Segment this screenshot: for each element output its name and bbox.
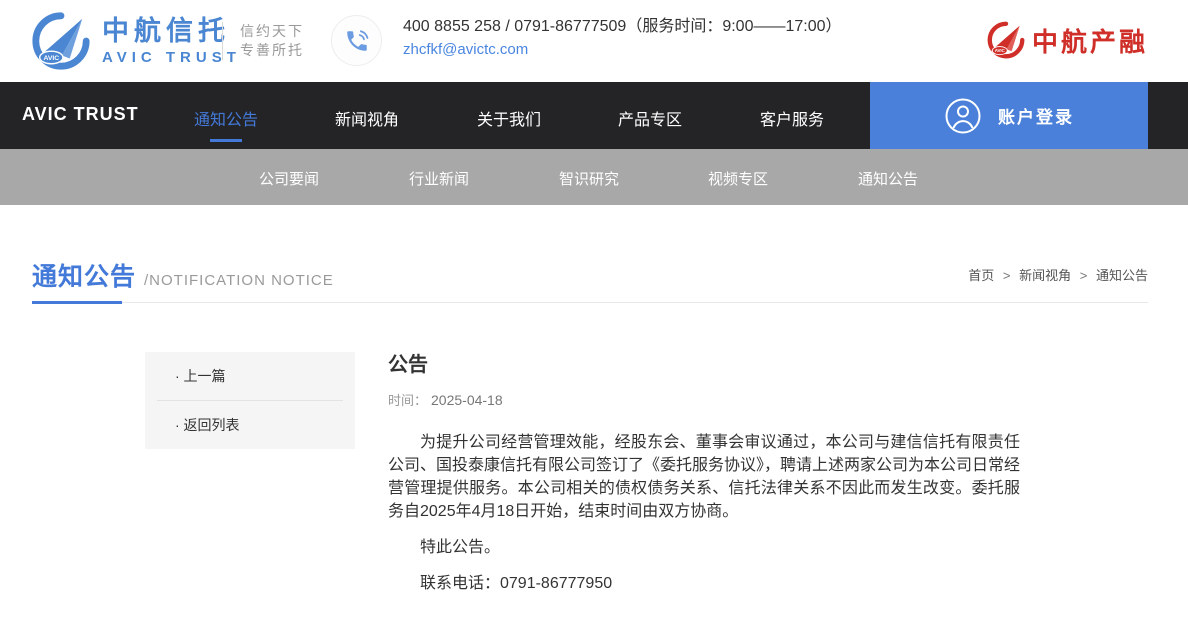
nav-brand-avic-trust[interactable]: AVIC TRUST <box>22 104 139 125</box>
user-icon <box>945 98 981 133</box>
contact-info: 400 8855 258 / 0791-86777509（服务时间：9:00——… <box>403 16 842 62</box>
content-area: · 上一篇 · 返回列表 公告 时间： 2025-04-18 为提升公司经营管理效… <box>0 305 1188 631</box>
previous-article-button[interactable]: · 上一篇 <box>145 352 355 400</box>
article-side-nav: · 上一篇 · 返回列表 <box>145 352 355 449</box>
brand-text: 中航信托 AVIC TRUST <box>102 16 241 66</box>
sub-nav: 公司要闻 行业新闻 智识研究 视频专区 通知公告 <box>0 149 1188 205</box>
page: AVIC 中航信托 AVIC TRUST 信约天下 专善所托 400 8855 … <box>0 0 1188 631</box>
avic-plane-logo-icon: AVIC <box>32 12 90 70</box>
brand-name-en: AVIC TRUST <box>102 49 241 66</box>
partner-name: 中航产融 <box>1031 26 1148 57</box>
article-date-label: 时间： <box>388 393 428 408</box>
article-paragraph: 特此公告。 <box>420 539 501 556</box>
article-contact-phone: 联系电话：0791-86777950 <box>420 575 613 592</box>
account-login-button[interactable]: 账户登录 <box>870 82 1148 149</box>
article-paragraph: 为提升公司经营管理效能，经股东会、董事会审议通过，本公司与建信信托有限责任公司、… <box>388 434 1021 520</box>
top-header: AVIC 中航信托 AVIC TRUST 信约天下 专善所托 400 8855 … <box>0 0 1188 82</box>
page-title-group: 通知公告 /NOTIFICATION NOTICE <box>32 257 334 293</box>
phone-badge <box>331 15 382 66</box>
subnav-item-videos[interactable]: 视频专区 <box>707 168 769 189</box>
subnav-item-company-news[interactable]: 公司要闻 <box>258 168 320 189</box>
slogan-line-1: 信约天下 <box>240 23 304 39</box>
article-date: 2025-04-18 <box>431 392 503 408</box>
page-title-en: /NOTIFICATION NOTICE <box>144 272 334 289</box>
breadcrumb-home[interactable]: 首页 <box>968 268 994 283</box>
nav-item-products[interactable]: 产品专区 <box>615 106 685 130</box>
page-head: 通知公告 /NOTIFICATION NOTICE 首页 > 新闻视角 > 通知… <box>0 205 1188 305</box>
breadcrumb-separator: > <box>1079 268 1088 283</box>
avic-red-plane-logo-icon: AVIC <box>987 21 1025 59</box>
nav-item-about[interactable]: 关于我们 <box>474 106 544 130</box>
slogan-line-2: 专善所托 <box>240 42 304 58</box>
main-nav: AVIC TRUST 通知公告 新闻视角 关于我们 产品专区 客户服务 账户登录 <box>0 82 1188 149</box>
title-rule-accent <box>32 301 122 304</box>
page-title: 通知公告 <box>32 263 137 291</box>
phone-icon <box>346 29 368 51</box>
breadcrumb-separator: > <box>1002 268 1011 283</box>
breadcrumb: 首页 > 新闻视角 > 通知公告 <box>968 265 1148 284</box>
subnav-item-notices[interactable]: 通知公告 <box>857 168 919 189</box>
article-body: 为提升公司经营管理效能，经股东会、董事会审议通过，本公司与建信信托有限责任公司、… <box>388 431 1020 595</box>
svg-text:AVIC: AVIC <box>43 55 59 62</box>
subnav-item-research[interactable]: 智识研究 <box>558 168 620 189</box>
notice-article: 公告 时间： 2025-04-18 为提升公司经营管理效能，经股东会、董事会审议通… <box>388 348 1020 595</box>
service-phone-line: 400 8855 258 / 0791-86777509（服务时间：9:00——… <box>403 18 842 35</box>
nav-item-notices[interactable]: 通知公告 <box>191 106 261 142</box>
back-to-list-button[interactable]: · 返回列表 <box>145 401 355 449</box>
subnav-item-industry-news[interactable]: 行业新闻 <box>408 168 470 189</box>
login-label: 账户登录 <box>998 108 1074 127</box>
breadcrumb-section[interactable]: 新闻视角 <box>1019 268 1071 283</box>
title-rule <box>32 302 1148 303</box>
brand-name-cn: 中航信托 <box>102 16 230 46</box>
svg-text:AVIC: AVIC <box>995 48 1006 53</box>
article-title: 公告 <box>388 354 428 376</box>
brand-slogan: 信约天下 专善所托 <box>240 22 304 60</box>
article-meta: 时间： 2025-04-18 <box>388 390 1020 409</box>
header-divider <box>222 22 223 60</box>
breadcrumb-current: 通知公告 <box>1095 268 1148 283</box>
nav-item-news[interactable]: 新闻视角 <box>332 106 402 130</box>
avic-trust-logo[interactable]: AVIC 中航信托 AVIC TRUST <box>30 10 241 72</box>
contact-email-link[interactable]: zhcfkf@avictc.com <box>403 38 528 62</box>
nav-item-customer-service[interactable]: 客户服务 <box>757 106 827 130</box>
avic-industry-finance-logo[interactable]: AVIC 中航产融 <box>986 20 1148 60</box>
